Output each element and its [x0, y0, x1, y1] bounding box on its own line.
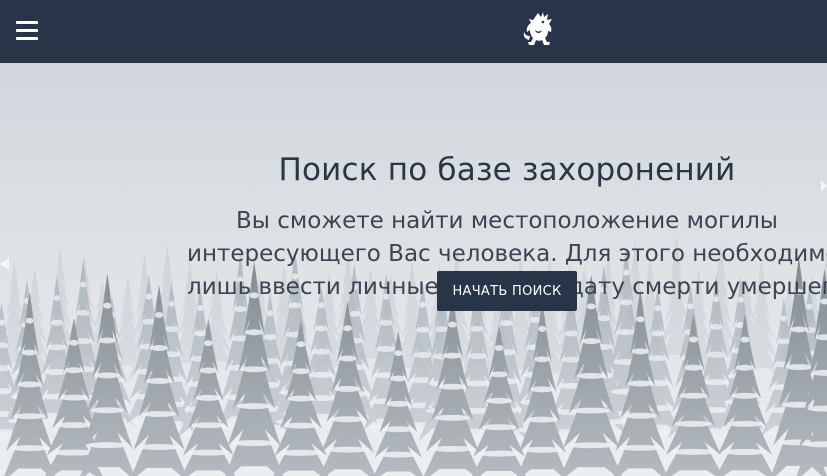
hamburger-menu-icon[interactable]: [16, 21, 38, 41]
dragon-emblem-icon[interactable]: [521, 10, 559, 52]
hero-title: Поиск по базе захоронений: [278, 152, 736, 188]
top-navigation-bar: [0, 0, 827, 63]
hero-banner: Поиск по базе захоронений Вы сможете най…: [0, 63, 827, 476]
start-search-button[interactable]: НАЧАТЬ ПОИСК: [437, 271, 577, 311]
subtitle-line: интересующего Вас человека. Для этого не…: [187, 241, 827, 267]
slider-prev-arrow[interactable]: [0, 258, 9, 270]
subtitle-line: Вы сможете найти местоположение могилы: [236, 208, 778, 234]
